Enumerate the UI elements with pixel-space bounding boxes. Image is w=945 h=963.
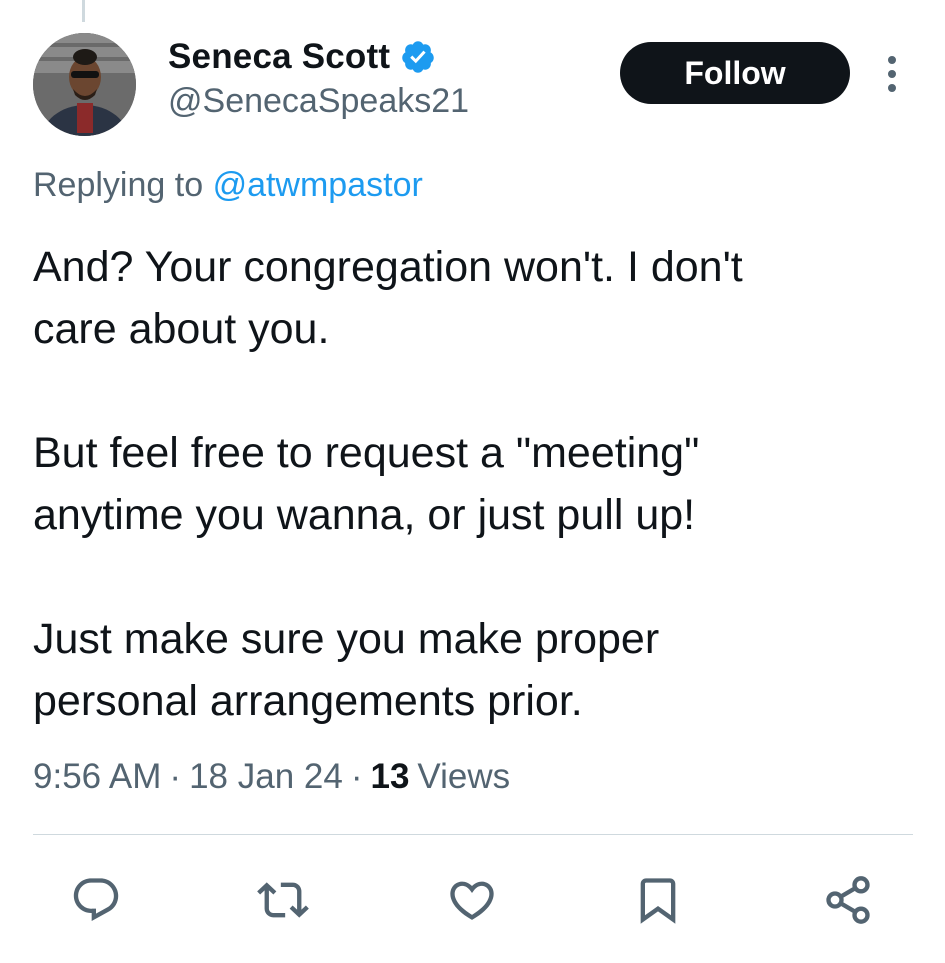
author-handle[interactable]: @SenecaSpeaks21 — [168, 82, 469, 121]
verified-badge-icon[interactable] — [400, 39, 436, 75]
tweet-paragraph: But feel free to request a "meeting" any… — [33, 429, 700, 539]
avatar-image — [33, 33, 136, 136]
replying-to-prefix: Replying to — [33, 166, 204, 204]
author-display-name[interactable]: Seneca Scott — [168, 37, 390, 77]
reply-button[interactable] — [66, 868, 126, 932]
bookmark-icon — [640, 878, 676, 924]
divider — [33, 834, 913, 835]
reply-icon — [73, 878, 119, 922]
share-icon — [826, 876, 870, 924]
retweet-icon — [257, 882, 309, 918]
replying-to-context: Replying to @atwmpastor — [33, 166, 423, 205]
thread-connector-line — [82, 0, 85, 22]
views-count: 13 — [370, 757, 410, 796]
heart-icon — [450, 881, 494, 920]
replying-to-mention-link[interactable]: @atwmpastor — [213, 166, 423, 204]
author-name-row: Seneca Scott — [168, 34, 436, 80]
follow-button[interactable]: Follow — [620, 42, 850, 104]
tweet-body: And? Your congregation won't. I don't ca… — [33, 236, 913, 732]
tweet-paragraph: Just make sure you make proper personal … — [33, 615, 660, 725]
tweet-metadata: 9:56 AM · 18 Jan 24 · 13 Views — [33, 757, 510, 797]
share-button[interactable] — [818, 868, 878, 932]
retweet-button[interactable] — [253, 868, 313, 932]
views-label: Views — [417, 757, 511, 796]
more-options-icon[interactable] — [878, 54, 906, 94]
tweet-time[interactable]: 9:56 AM — [33, 757, 161, 797]
avatar[interactable] — [33, 33, 136, 136]
tweet-paragraph: And? Your congregation won't. I don't ca… — [33, 243, 743, 353]
bookmark-button[interactable] — [628, 868, 688, 932]
tweet-date[interactable]: 18 Jan 24 — [189, 757, 343, 797]
action-bar — [0, 868, 945, 938]
like-button[interactable] — [442, 868, 502, 932]
meta-separator: · — [169, 757, 182, 796]
meta-separator: · — [350, 757, 363, 796]
